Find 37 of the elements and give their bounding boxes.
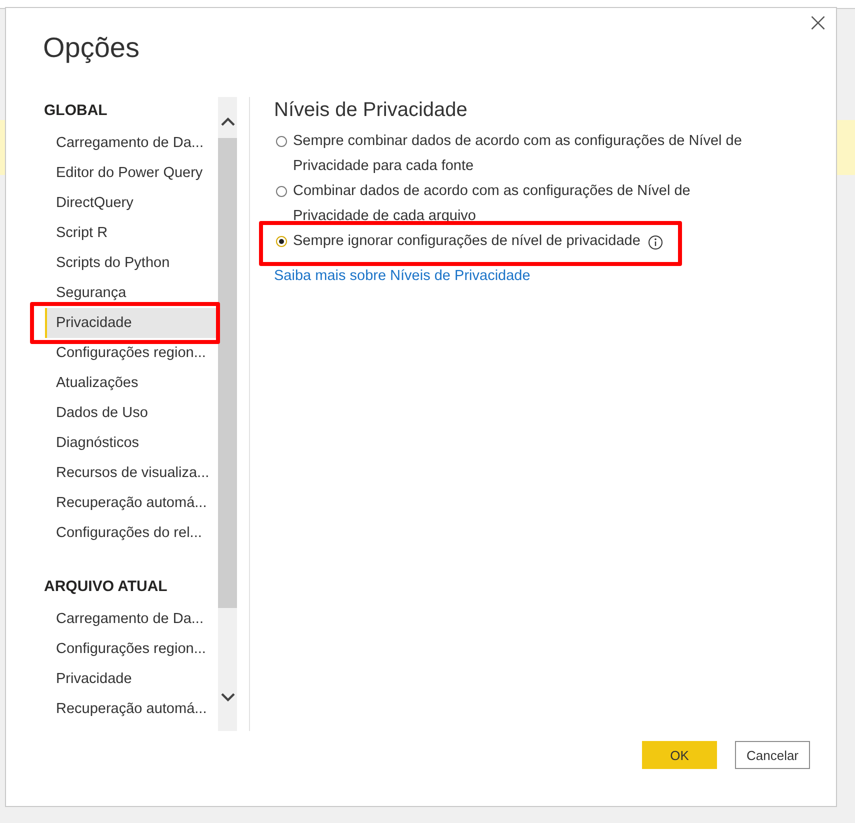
info-icon[interactable] (648, 235, 664, 250)
radio-button[interactable] (276, 136, 287, 147)
sidebar-item[interactable]: Configurações region... (45, 338, 216, 368)
sidebar-item[interactable]: Recuperação automá... (45, 694, 216, 724)
cancel-button[interactable]: Cancelar (735, 741, 810, 769)
sidebar-item[interactable]: Segurança (45, 278, 216, 308)
option-label: Combinar dados de acordo com as configurações de Nível de Privacidade de cada arquivo (293, 182, 692, 226)
scrollbar-thumb[interactable] (218, 138, 237, 608)
sidebar-item[interactable]: Dados de Uso (45, 398, 216, 428)
sidebar-item[interactable]: Diagnósticos (45, 428, 216, 458)
learn-more-link[interactable]: Saiba mais sobre Níveis de Privacidade (274, 268, 530, 284)
option-label: Sempre ignorar configurações de nível de privacidade (293, 232, 640, 251)
dialog-title: Opções (43, 32, 140, 65)
sidebar-item[interactable]: Carregamento de Da... (45, 604, 216, 634)
option-label: Sempre combinar dados de acordo com as configurações de Nível de Privacidade para cada fonte (293, 132, 743, 176)
section-title: Níveis de Privacidade (274, 99, 468, 123)
sidebar-item[interactable]: Scripts do Python (45, 248, 216, 278)
ok-button[interactable]: OK (642, 741, 717, 769)
radio-button[interactable] (276, 236, 287, 247)
sidebar-item[interactable]: Editor do Power Query (45, 158, 216, 188)
sidebar-item[interactable]: Configurações region... (45, 634, 216, 664)
sidebar-item[interactable]: Script R (45, 218, 216, 248)
sidebar-item[interactable]: DirectQuery (45, 188, 216, 218)
sidebar-item[interactable]: Atualizações (45, 368, 216, 398)
scrollbar[interactable] (218, 97, 237, 731)
radio-button[interactable] (276, 186, 287, 197)
sidebar-item[interactable]: Carregamento de Da... (45, 128, 216, 158)
section-heading: ARQUIVO ATUAL (44, 578, 168, 597)
section-heading: GLOBAL (44, 102, 108, 121)
sidebar-item[interactable]: Privacidade (45, 664, 216, 694)
sidebar-item[interactable]: Privacidade (45, 308, 216, 338)
chevron-down-icon[interactable] (220, 693, 234, 702)
sidebar-item[interactable]: Recursos de visualiza... (45, 458, 216, 488)
sidebar-item[interactable]: Configurações do rel... (45, 518, 216, 548)
chevron-up-icon[interactable] (220, 117, 234, 126)
sidebar-item[interactable]: Recuperação automá... (45, 488, 216, 518)
close-button[interactable]: × (800, 8, 836, 38)
